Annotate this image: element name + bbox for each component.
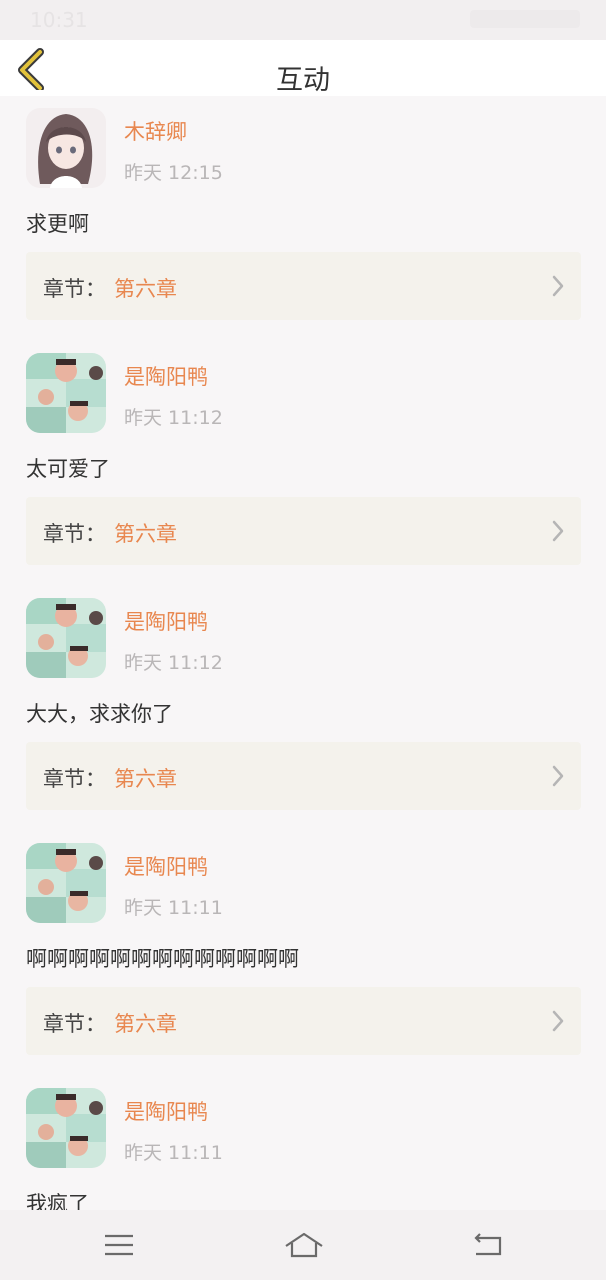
comment-item: 木辞卿 昨天 12:15 求更啊 章节： 第六章 xyxy=(0,96,606,341)
comment-text: 大大，求求你了 xyxy=(26,702,173,726)
status-bar: 10:31 xyxy=(0,0,606,40)
chapter-name: 第六章 xyxy=(114,767,177,791)
status-icons xyxy=(470,10,580,28)
username[interactable]: 是陶阳鸭 xyxy=(124,361,208,391)
comment-time: 昨天 11:11 xyxy=(124,897,223,919)
comment-time: 昨天 12:15 xyxy=(124,162,223,184)
username[interactable]: 木辞卿 xyxy=(124,116,187,146)
chapter-name: 第六章 xyxy=(114,1012,177,1036)
username[interactable]: 是陶阳鸭 xyxy=(124,1096,208,1126)
chapter-link[interactable]: 章节： 第六章 xyxy=(26,987,581,1055)
comment-text: 太可爱了 xyxy=(26,457,110,481)
comment-item: 是陶阳鸭 昨天 11:12 太可爱了 章节： 第六章 xyxy=(0,341,606,586)
menu-icon[interactable] xyxy=(101,1230,137,1260)
username[interactable]: 是陶阳鸭 xyxy=(124,606,208,636)
comment-text: 啊啊啊啊啊啊啊啊啊啊啊啊啊 xyxy=(26,947,299,971)
chapter-name: 第六章 xyxy=(114,277,177,301)
comment-time: 昨天 11:12 xyxy=(124,652,223,674)
status-time: 10:31 xyxy=(30,8,88,32)
comment-text: 我疯了 xyxy=(26,1192,89,1210)
chapter-link[interactable]: 章节： 第六章 xyxy=(26,252,581,320)
avatar[interactable] xyxy=(26,1088,106,1168)
avatar[interactable] xyxy=(26,598,106,678)
chevron-right-icon xyxy=(552,765,564,787)
comment-text: 求更啊 xyxy=(26,212,89,236)
comment-item: 是陶阳鸭 昨天 11:11 啊啊啊啊啊啊啊啊啊啊啊啊啊 章节： 第六章 xyxy=(0,831,606,1076)
home-icon[interactable] xyxy=(284,1230,324,1260)
collage-avatar-icon xyxy=(26,598,106,678)
comment-time: 昨天 11:12 xyxy=(124,407,223,429)
page-title: 互动 xyxy=(276,65,330,96)
system-nav-bar xyxy=(0,1210,606,1280)
avatar[interactable] xyxy=(26,353,106,433)
chapter-prefix: 章节： xyxy=(43,522,106,546)
chapter-prefix: 章节： xyxy=(43,277,106,301)
avatar[interactable] xyxy=(26,843,106,923)
top-bar: 互动 xyxy=(0,40,606,96)
chevron-right-icon xyxy=(552,1010,564,1032)
comment-item: 是陶阳鸭 昨天 11:12 大大，求求你了 章节： 第六章 xyxy=(0,586,606,831)
chapter-prefix: 章节： xyxy=(43,767,106,791)
collage-avatar-icon xyxy=(26,1088,106,1168)
comment-time: 昨天 11:11 xyxy=(124,1142,223,1164)
chevron-right-icon xyxy=(552,520,564,542)
chevron-right-icon xyxy=(552,275,564,297)
avatar[interactable] xyxy=(26,108,106,188)
username[interactable]: 是陶阳鸭 xyxy=(124,851,208,881)
collage-avatar-icon xyxy=(26,353,106,433)
back-nav-icon[interactable] xyxy=(470,1230,506,1260)
chapter-prefix: 章节： xyxy=(43,1012,106,1036)
girl-avatar-icon xyxy=(26,108,106,188)
comment-item: 是陶阳鸭 昨天 11:11 我疯了 xyxy=(0,1076,606,1210)
chapter-link[interactable]: 章节： 第六章 xyxy=(26,742,581,810)
comment-list[interactable]: 木辞卿 昨天 12:15 求更啊 章节： 第六章 是陶阳鸭 昨天 11:12 太… xyxy=(0,96,606,1210)
collage-avatar-icon xyxy=(26,843,106,923)
chapter-link[interactable]: 章节： 第六章 xyxy=(26,497,581,565)
chapter-name: 第六章 xyxy=(114,522,177,546)
